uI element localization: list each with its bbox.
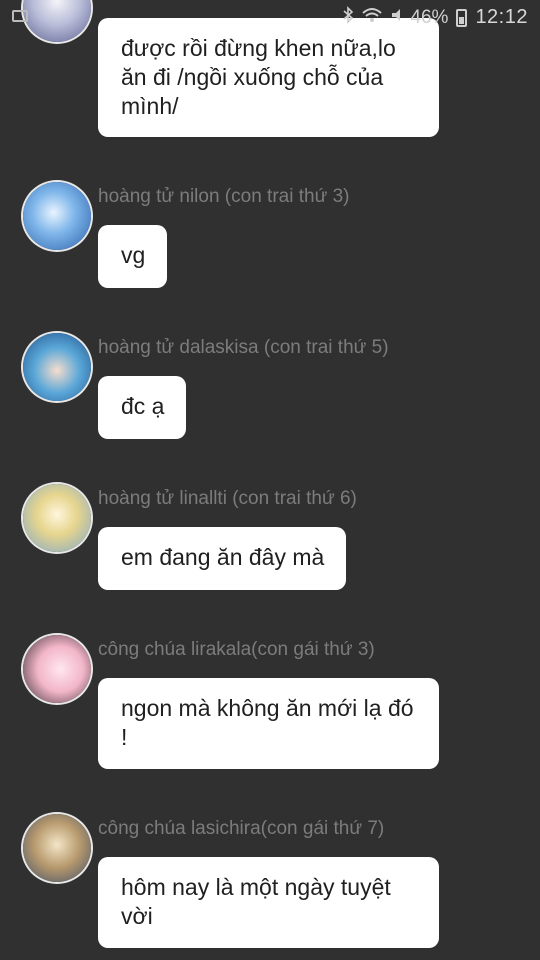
avatar[interactable] xyxy=(23,182,91,250)
bluetooth-icon xyxy=(342,6,354,29)
battery-percent: 46% xyxy=(410,6,449,28)
message-bubble[interactable]: em đang ăn đây mà xyxy=(98,527,347,590)
status-bar: 46% 12:12 xyxy=(0,0,540,36)
message-text: em đang ăn đây mà xyxy=(121,544,325,570)
image-icon xyxy=(12,10,28,22)
sender-name: công chúa lirakala(con gái thứ 3) xyxy=(98,639,375,660)
avatar[interactable] xyxy=(23,333,91,401)
wifi-icon xyxy=(362,7,383,28)
message-bubble[interactable]: ngon mà không ăn mới lạ đó ! xyxy=(98,678,439,769)
sender-name: hoàng tử dalaskisa (con trai thứ 5) xyxy=(98,337,389,358)
message-bubble[interactable]: đc ạ xyxy=(98,376,187,439)
message-text: vg xyxy=(121,242,146,268)
avatar[interactable] xyxy=(23,635,91,703)
message-text: hôm nay là một ngày tuyệt vời xyxy=(121,874,391,929)
message-text: đc ạ xyxy=(121,393,165,419)
message-bubble[interactable]: hôm nay là một ngày tuyệt vời xyxy=(98,857,439,948)
avatar[interactable] xyxy=(23,484,91,552)
sender-name: hoàng tử nilon (con trai thứ 3) xyxy=(98,186,350,207)
status-icons: 46% 12:12 xyxy=(342,6,528,29)
message-text: ngon mà không ăn mới lạ đó ! xyxy=(121,695,414,750)
avatar[interactable] xyxy=(23,814,91,882)
message-bubble[interactable]: vg xyxy=(98,225,168,288)
sender-name: công chúa lasichira(con gái thứ 7) xyxy=(98,818,385,839)
clock: 12:12 xyxy=(475,6,528,28)
mute-icon xyxy=(390,6,402,29)
battery-icon xyxy=(456,8,468,27)
message-text: được rồi đừng khen nữa,lo ăn đi /ngồi xu… xyxy=(121,35,396,119)
sender-name: hoàng tử linallti (con trai thứ 6) xyxy=(98,488,357,509)
